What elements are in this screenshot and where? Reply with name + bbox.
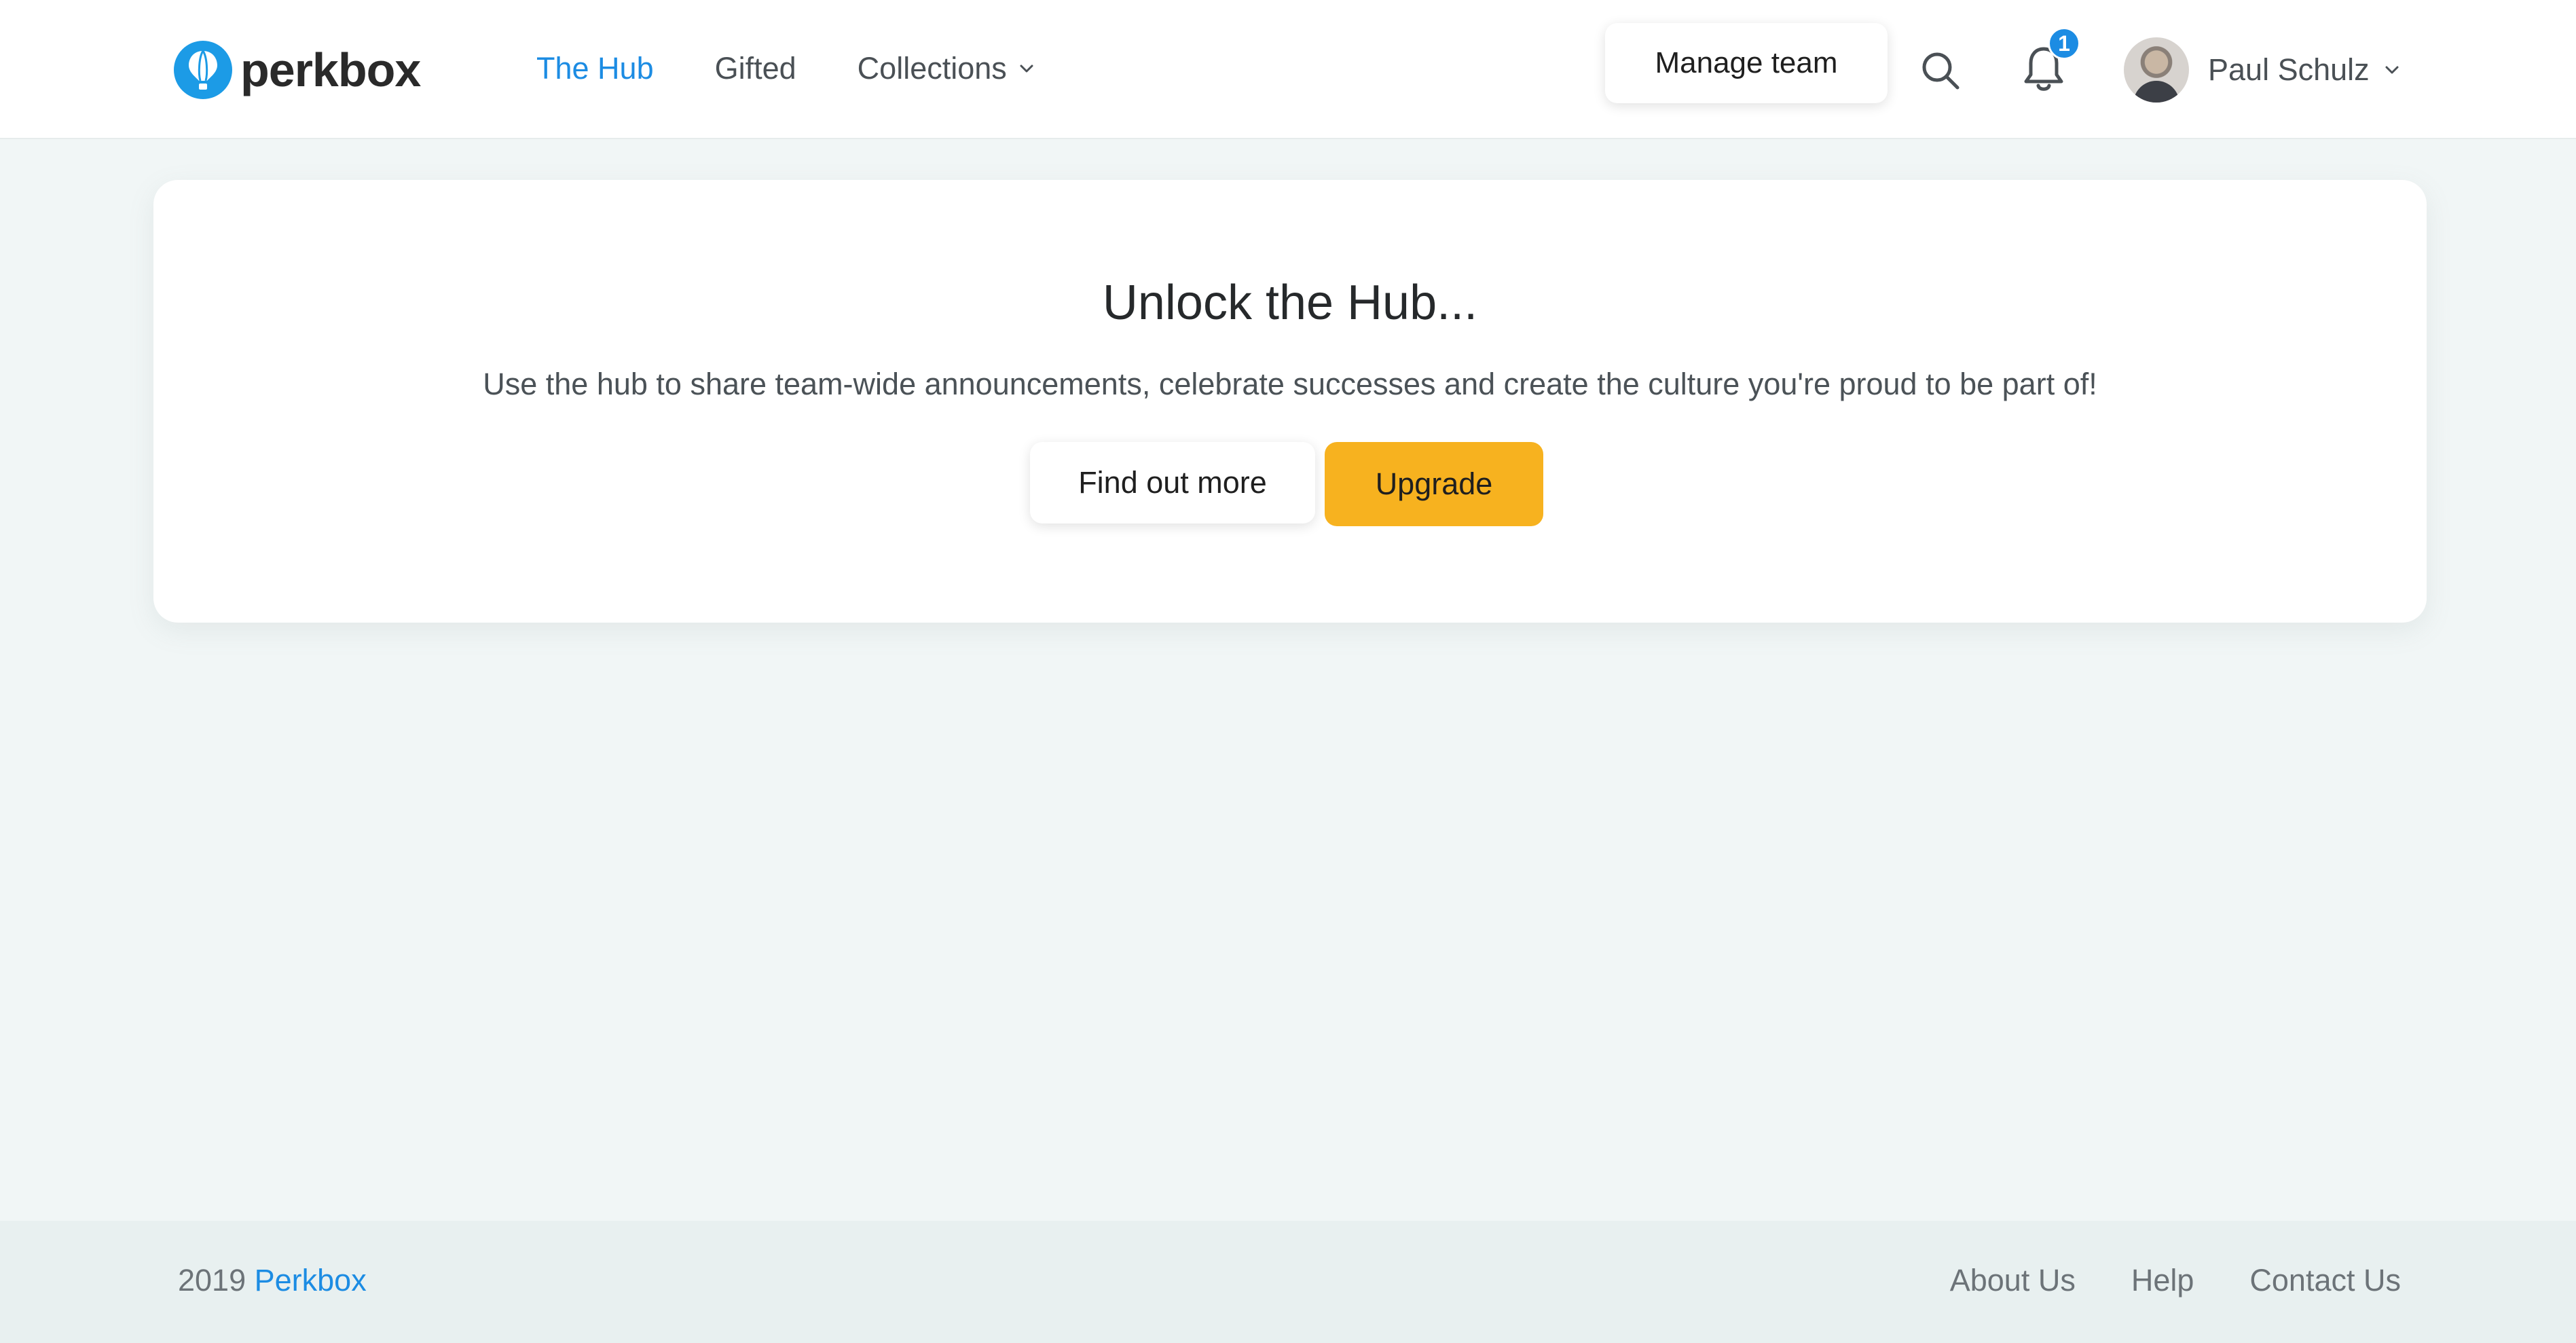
hot-air-balloon-icon <box>174 41 232 99</box>
manage-team-button[interactable]: Manage team <box>1605 23 1888 103</box>
user-name: Paul Schulz <box>2208 52 2370 87</box>
page-title: Unlock the Hub... <box>1102 276 1478 330</box>
nav-item-label: The Hub <box>536 51 654 86</box>
perkbox-logo[interactable]: perkbox <box>174 39 421 100</box>
nav-item-collections[interactable]: Collections <box>858 51 1034 86</box>
nav-item-label: Collections <box>857 51 1007 86</box>
nav-item-label: Gifted <box>714 51 796 86</box>
main-nav: The Hub Gifted Collections <box>536 45 1095 92</box>
card-actions: Find out more Upgrade <box>153 442 2427 526</box>
footer-link-help[interactable]: Help <box>2131 1263 2194 1298</box>
footer-links: About Us Help Contact Us <box>1894 1263 2401 1298</box>
chevron-down-icon <box>1019 64 1034 73</box>
copyright-year: 2019 <box>178 1263 246 1298</box>
footer-copyright: 2019 Perkbox <box>178 1263 367 1298</box>
nav-item-the-hub[interactable]: The Hub <box>536 51 654 86</box>
bell-icon <box>2022 47 2065 98</box>
search-icon[interactable] <box>1919 49 1962 92</box>
find-out-more-button[interactable]: Find out more <box>1030 442 1315 523</box>
footer-brand-link[interactable]: Perkbox <box>255 1263 367 1298</box>
avatar <box>2124 37 2189 103</box>
unlock-hub-card: Unlock the Hub... Use the hub to share t… <box>153 180 2427 623</box>
notifications-button[interactable]: 1 <box>2022 27 2080 98</box>
footer-link-about-us[interactable]: About Us <box>1950 1263 2076 1298</box>
hub-description: Use the hub to share team-wide announcem… <box>483 367 2097 401</box>
user-menu[interactable]: Paul Schulz <box>2124 37 2399 103</box>
footer-link-contact-us[interactable]: Contact Us <box>2249 1263 2401 1298</box>
upgrade-button[interactable]: Upgrade <box>1325 442 1543 526</box>
nav-item-gifted[interactable]: Gifted <box>715 51 796 86</box>
top-navigation-bar: perkbox The Hub Gifted Collections Manag… <box>0 0 2576 139</box>
notification-count-badge: 1 <box>2048 27 2080 60</box>
chevron-down-icon <box>2385 65 2399 75</box>
footer: 2019 Perkbox About Us Help Contact Us <box>0 1221 2576 1343</box>
brand-name: perkbox <box>240 43 421 96</box>
